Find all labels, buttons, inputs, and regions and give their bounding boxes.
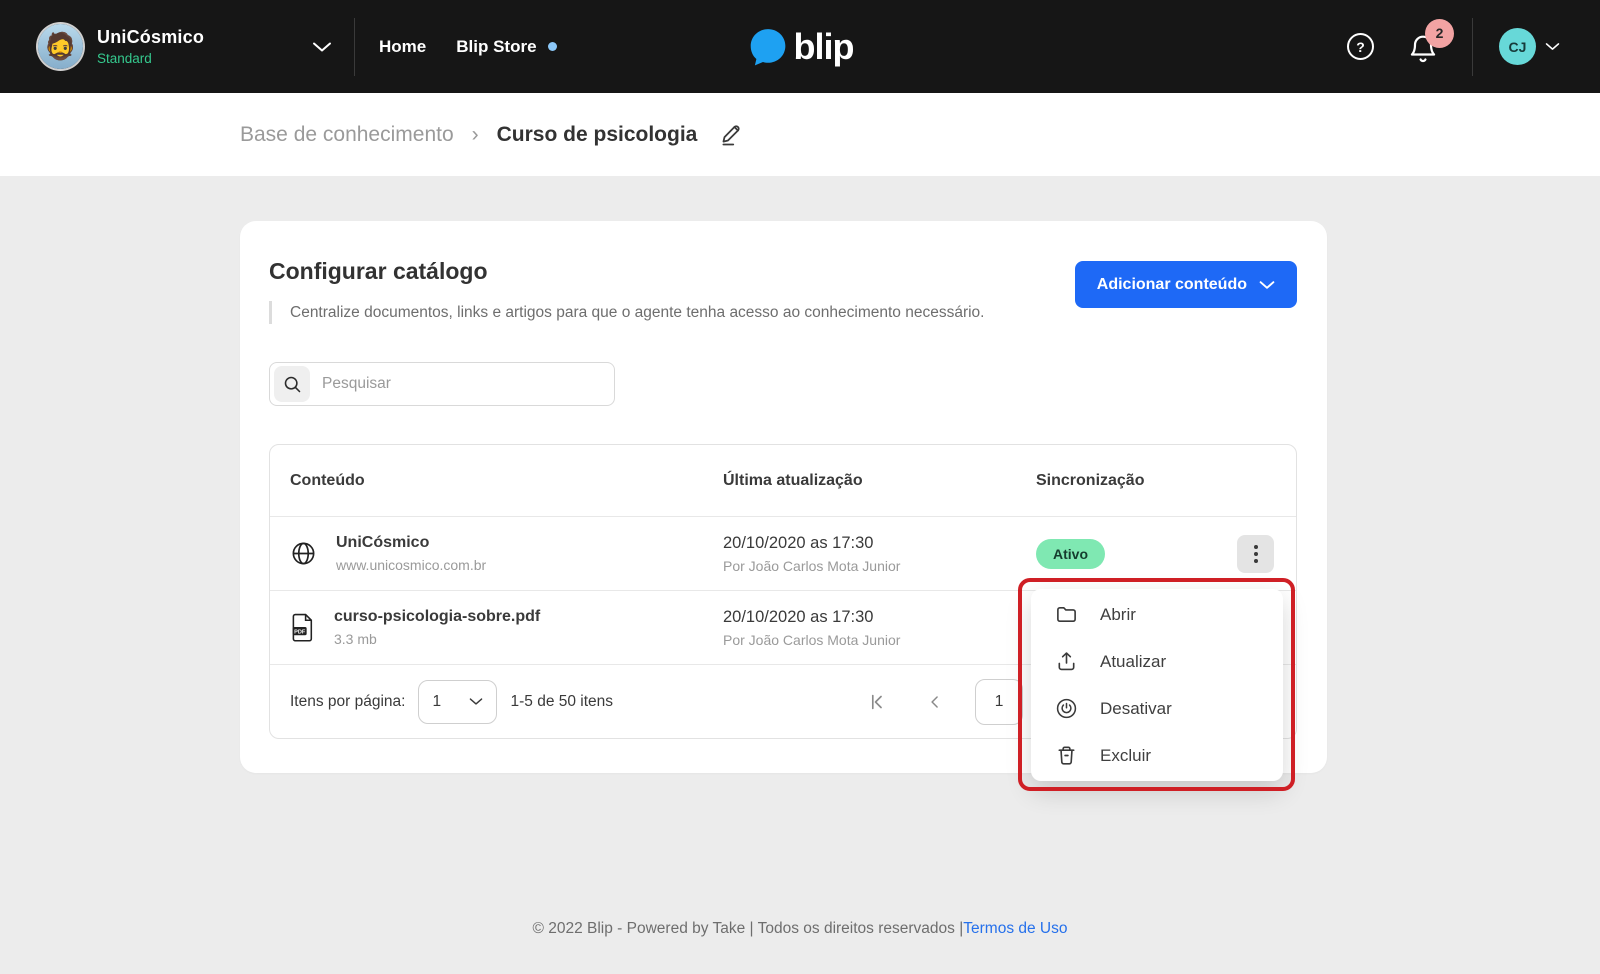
column-header-sync: Sincronização [1036,472,1276,490]
content-size: 3.3 mb [334,631,540,647]
table-row[interactable]: UniCósmico www.unicosmico.com.br 20/10/2… [270,516,1296,590]
page-body: Configurar catálogo Centralize documento… [0,176,1600,974]
current-page-indicator[interactable]: 1 [975,679,1023,725]
blip-logo: blip [747,26,854,68]
updated-at: 20/10/2020 as 17:30 [723,534,1036,553]
nav-home[interactable]: Home [379,37,426,57]
chevron-down-icon [1545,42,1560,51]
chevron-down-icon [469,697,483,706]
org-plan-badge: Standard [97,51,204,66]
row-actions-button[interactable] [1237,535,1274,573]
card-subtitle: Centralize documentos, links e artigos p… [269,301,984,324]
updated-at: 20/10/2020 as 17:30 [723,608,1036,627]
first-page-button[interactable] [865,691,887,713]
notification-badge: 2 [1425,19,1454,48]
menu-item-delete[interactable]: Excluir [1031,732,1283,779]
user-avatar: CJ [1499,28,1536,65]
content-title: curso-psicologia-sobre.pdf [334,608,540,626]
breadcrumb-separator: › [472,123,479,147]
chevron-down-icon [312,41,332,53]
org-avatar: 🧔 [38,24,83,69]
trash-icon [1055,744,1078,767]
pagination-range: 1-5 de 50 itens [510,693,613,711]
folder-icon [1055,603,1078,626]
chevron-left-icon [925,692,945,712]
footer-text: © 2022 Blip - Powered by Take | Todos os… [533,920,964,937]
footer: © 2022 Blip - Powered by Take | Todos os… [0,920,1600,974]
updated-by: Por João Carlos Mota Junior [723,558,1036,574]
help-icon[interactable]: ? [1347,33,1374,60]
search-icon [274,366,310,402]
breadcrumb: Base de conhecimento › Curso de psicolog… [0,93,1600,176]
org-switcher[interactable]: 🧔 UniCósmico Standard [0,24,332,69]
user-menu[interactable]: CJ [1499,28,1560,65]
updated-by: Por João Carlos Mota Junior [723,632,1036,648]
edit-title-button[interactable] [719,122,744,147]
previous-page-button[interactable] [925,692,945,712]
nav-blip-store[interactable]: Blip Store [456,37,556,57]
content-url: www.unicosmico.com.br [336,557,486,573]
items-per-page-label: Itens por página: [290,693,405,711]
content-title: UniCósmico [336,534,486,552]
blip-wordmark: blip [794,26,854,68]
card-title: Configurar catálogo [269,258,984,285]
breadcrumb-parent-link[interactable]: Base de conhecimento [240,123,454,147]
svg-text:PDF: PDF [294,630,306,636]
main-nav: Home Blip Store [379,37,557,57]
chevron-down-icon [1259,280,1275,290]
org-name: UniCósmico [97,27,204,48]
top-bar: 🧔 UniCósmico Standard Home Blip Store bl… [0,0,1600,93]
notifications-button[interactable]: 2 [1408,27,1442,67]
globe-icon [290,540,317,567]
upload-icon [1055,650,1078,673]
row-actions-menu: Abrir Atualizar Desativar Excluir [1031,589,1283,781]
terms-link[interactable]: Termos de Uso [963,920,1067,937]
menu-item-update[interactable]: Atualizar [1031,638,1283,685]
blip-bubble-icon [747,26,789,68]
items-per-page-select[interactable]: 1 [418,680,497,724]
header-divider [1472,18,1473,76]
page-title: Curso de psicologia [497,123,698,147]
menu-item-open[interactable]: Abrir [1031,591,1283,638]
store-notification-dot [548,42,557,51]
power-icon [1055,697,1078,720]
table-header: Conteúdo Última atualização Sincronizaçã… [270,445,1296,516]
search-field[interactable] [269,362,615,406]
first-page-icon [865,691,887,713]
search-input[interactable] [322,375,610,393]
header-divider [354,18,355,76]
pencil-icon [719,122,744,147]
column-header-content: Conteúdo [290,472,723,490]
pdf-icon: PDF [290,613,315,642]
column-header-updated: Última atualização [723,472,1036,490]
status-badge: Ativo [1036,539,1105,569]
menu-item-deactivate[interactable]: Desativar [1031,685,1283,732]
add-content-button[interactable]: Adicionar conteúdo [1075,261,1297,308]
